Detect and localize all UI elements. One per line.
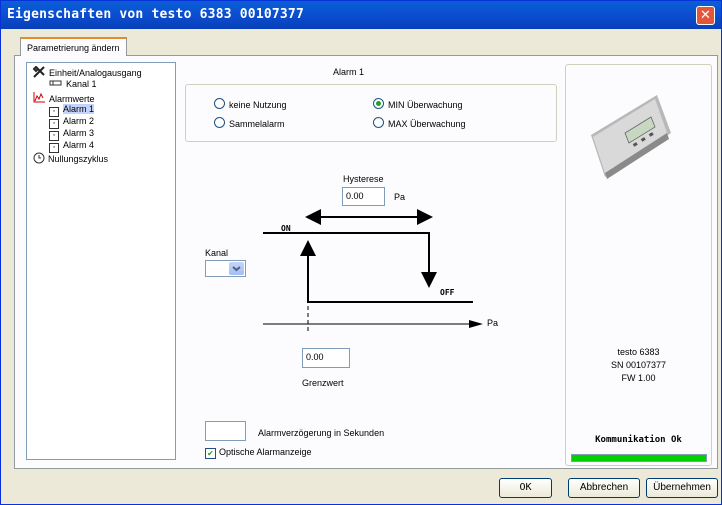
- cancel-button[interactable]: Abbrechen: [568, 478, 640, 498]
- option-max-ueberwachung[interactable]: MAX Überwachung: [373, 117, 466, 129]
- device-model: testo 6383: [617, 347, 660, 357]
- radio-icon: [214, 117, 225, 128]
- tab-panel: Einheit/Analogausgang Kanal 1 Alarmwerte…: [14, 55, 718, 469]
- tree-item-label: Nullungszyklus: [48, 154, 109, 164]
- ok-button[interactable]: OK: [499, 478, 552, 498]
- checkmark-icon: ✔: [205, 448, 216, 459]
- hysteresis-unit: Pa: [394, 192, 406, 202]
- tree-item-label: Einheit/Analogausgang: [49, 68, 142, 78]
- option-label: MIN Überwachung: [388, 100, 463, 110]
- chevron-down-icon[interactable]: [229, 262, 244, 275]
- delay-label: Alarmverzögerung in Sekunden: [258, 428, 385, 438]
- tree-item-kanal-1[interactable]: Kanal 1: [49, 79, 97, 89]
- hysteresis-diagram: [263, 209, 483, 334]
- clock-icon: [33, 152, 45, 164]
- channel-icon: [49, 80, 62, 86]
- channel-select[interactable]: [205, 260, 246, 277]
- tree-item-label: Alarmwerte: [49, 94, 95, 104]
- tree-item-label: Alarm 4: [63, 140, 95, 150]
- alarm-mode-group: [185, 84, 557, 142]
- axis-unit: Pa: [487, 318, 499, 328]
- tree-item-unit[interactable]: Einheit/Analogausgang: [32, 65, 142, 78]
- option-label: keine Nutzung: [229, 100, 287, 110]
- tree-item-label: Alarm 3: [63, 128, 95, 138]
- tree-item-alarmwerte[interactable]: Alarmwerte: [33, 92, 95, 104]
- option-label: Sammelalarm: [229, 119, 285, 129]
- radio-icon: [214, 98, 225, 109]
- off-label: OFF: [440, 288, 455, 297]
- tree-item-label: Alarm 1: [63, 104, 95, 114]
- radio-icon: [373, 117, 384, 128]
- device-serial: SN 00107377: [610, 360, 667, 370]
- optical-alarm-label: Optische Alarmanzeige: [219, 447, 312, 457]
- hysteresis-input[interactable]: 0.00: [342, 187, 385, 206]
- option-label: MAX Überwachung: [388, 119, 466, 129]
- device-firmware: FW 1.00: [621, 373, 656, 383]
- tree-item-label: Alarm 2: [63, 116, 95, 126]
- chart-icon: [33, 92, 45, 103]
- axis-arrowhead: [469, 320, 483, 328]
- channel-label: Kanal: [205, 248, 229, 258]
- delay-input[interactable]: [205, 421, 246, 441]
- tree-item-label: Kanal 1: [66, 79, 97, 89]
- alarm-group-title: Alarm 1: [333, 67, 365, 77]
- device-image: [591, 95, 671, 179]
- window-title: Eigenschaften von testo 6383 00107377: [7, 7, 304, 22]
- dialog-window: Eigenschaften von testo 6383 00107377 ✕ …: [0, 0, 722, 505]
- tab-parametrierung[interactable]: Parametrierung ändern: [20, 37, 127, 56]
- tools-icon: [32, 65, 45, 78]
- tree-item-nullungszyklus[interactable]: Nullungszyklus: [33, 152, 108, 164]
- title-bar[interactable]: Eigenschaften von testo 6383 00107377 ✕: [1, 1, 721, 29]
- option-keine-nutzung[interactable]: keine Nutzung: [214, 98, 287, 110]
- on-label: ON: [281, 224, 291, 233]
- limit-label: Grenzwert: [302, 378, 344, 388]
- optical-alarm-checkbox[interactable]: ✔ Optische Alarmanzeige: [205, 447, 312, 459]
- radio-selected-icon: [373, 98, 384, 109]
- option-sammelalarm[interactable]: Sammelalarm: [214, 117, 285, 129]
- apply-button[interactable]: Übernehmen: [646, 478, 718, 498]
- option-min-ueberwachung[interactable]: MIN Überwachung: [373, 98, 463, 110]
- communication-bar: [571, 454, 707, 462]
- close-button[interactable]: ✕: [696, 6, 715, 25]
- device-info-panel: testo 6383 SN 00107377 FW 1.00 Kommunika…: [565, 64, 712, 466]
- communication-status: Kommunikation Ok: [595, 435, 682, 445]
- switching-curve: [263, 232, 430, 266]
- settings-tree: Einheit/Analogausgang Kanal 1 Alarmwerte…: [26, 62, 176, 460]
- hysteresis-label: Hysterese: [343, 174, 384, 184]
- limit-input[interactable]: 0.00: [302, 348, 350, 368]
